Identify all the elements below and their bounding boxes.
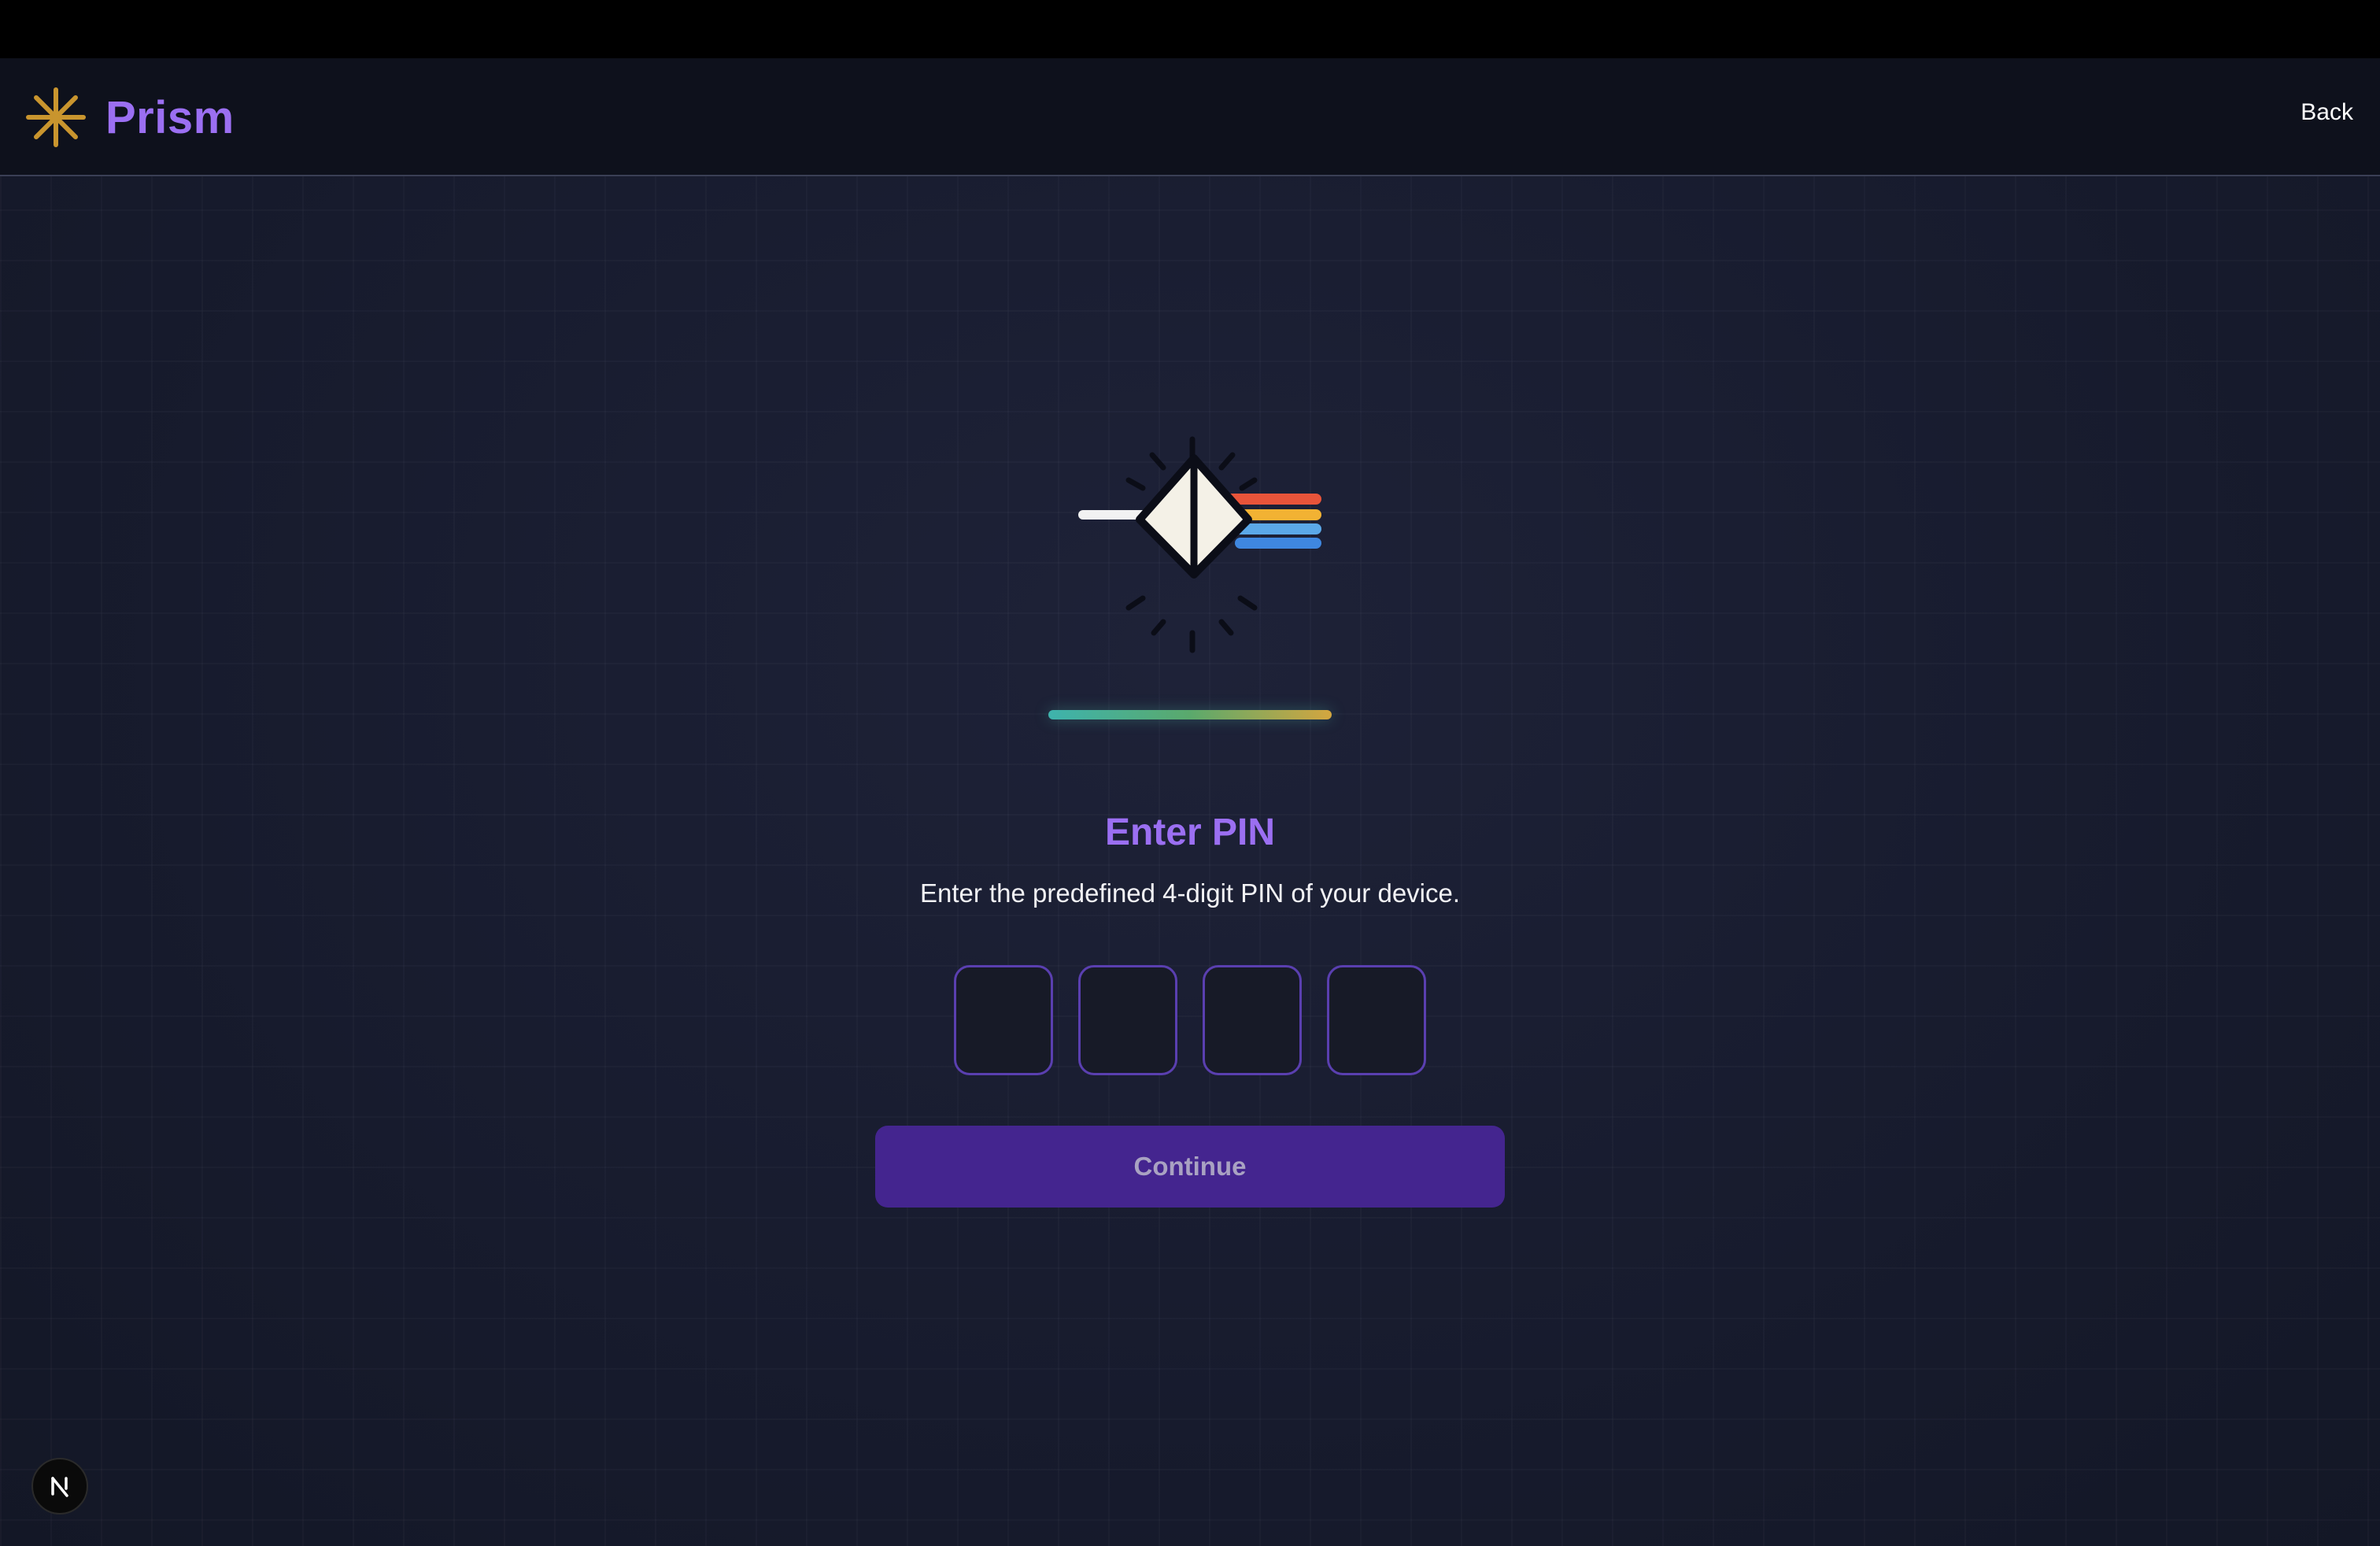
page-title: Enter PIN: [1104, 812, 1276, 853]
pin-digit-3[interactable]: [1203, 965, 1302, 1075]
pin-digit-1[interactable]: [954, 965, 1053, 1075]
prism-rainbow-icon: [1078, 436, 1321, 653]
back-link[interactable]: Back: [2301, 99, 2353, 126]
app-container: Prism Back: [0, 58, 2380, 1546]
progress-loader-bar: [1048, 710, 1332, 719]
pin-digit-2[interactable]: [1078, 965, 1177, 1075]
app-header: Prism Back: [0, 58, 2380, 176]
pin-digit-4[interactable]: [1327, 965, 1426, 1075]
pin-input-group: [954, 965, 1426, 1075]
top-strip: [0, 0, 2380, 58]
brand-name: Prism: [105, 91, 235, 143]
dev-indicator-badge[interactable]: [31, 1458, 88, 1515]
page: Prism Back Enter PIN Enter the predefine…: [0, 0, 2380, 1546]
sparkle-asterisk-icon: [26, 87, 86, 147]
brand[interactable]: Prism: [25, 85, 235, 150]
page-subtitle: Enter the predefined 4-digit PIN of your…: [919, 878, 1461, 908]
nextjs-n-icon: [51, 1477, 68, 1497]
continue-button[interactable]: Continue: [875, 1126, 1505, 1208]
